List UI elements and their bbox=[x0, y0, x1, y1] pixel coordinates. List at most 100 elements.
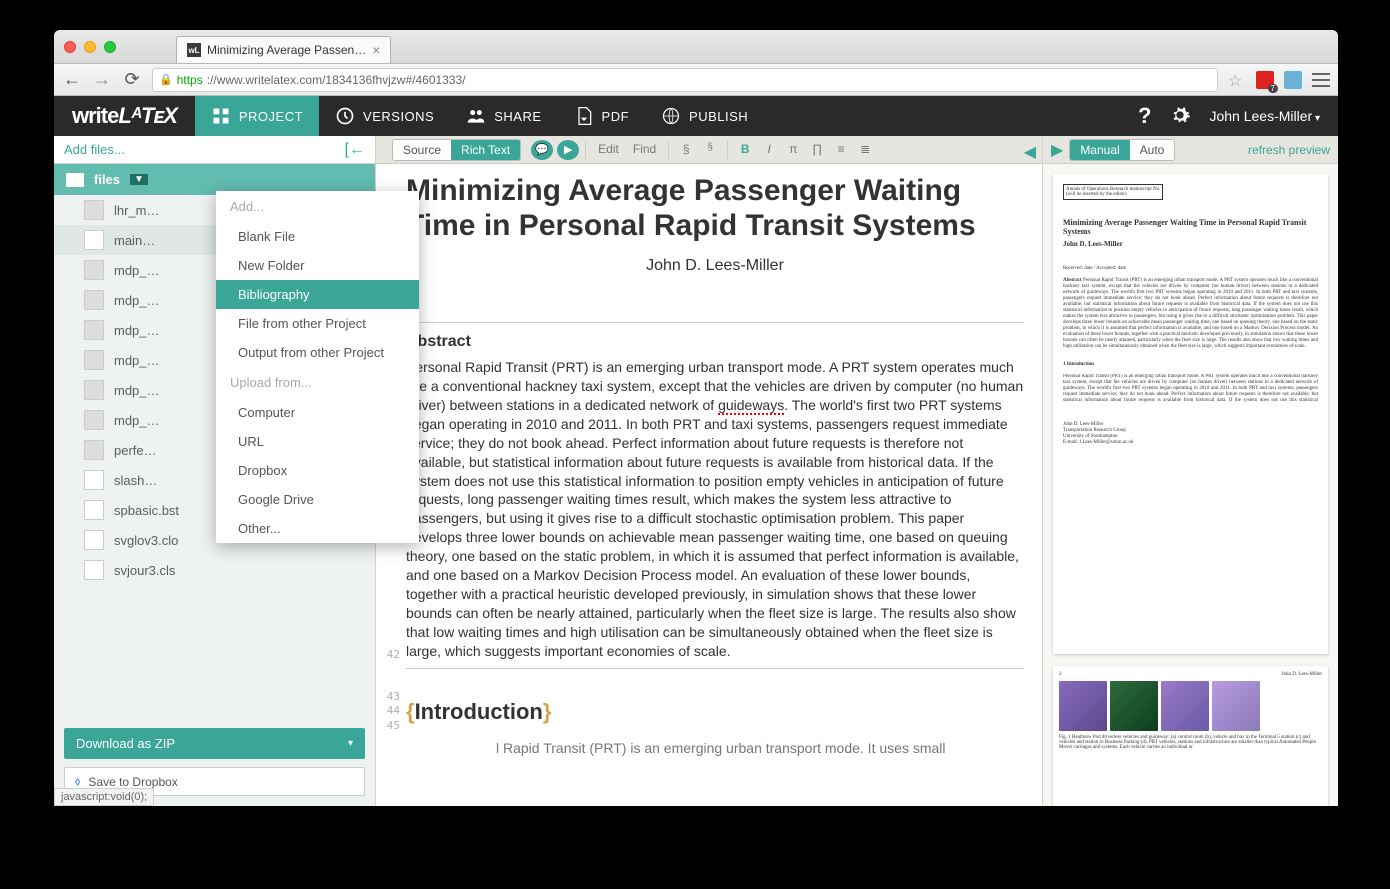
extension-icon-2[interactable] bbox=[1284, 71, 1302, 89]
download-zip-button[interactable]: Download as ZIP bbox=[64, 728, 365, 759]
menu-new-folder[interactable]: New Folder bbox=[216, 251, 419, 280]
menu-upload-url[interactable]: URL bbox=[216, 427, 419, 456]
file-icon bbox=[84, 470, 104, 490]
user-menu[interactable]: John Lees-Miller bbox=[1209, 108, 1320, 124]
app-toolbar: writeLᴬTᴇX PROJECT VERSIONS SHARE PDF PU… bbox=[54, 96, 1338, 136]
editor-content[interactable]: Minimizing Average Passenger Waiting Tim… bbox=[404, 164, 1042, 806]
chevron-down-icon[interactable]: ▼ bbox=[130, 174, 148, 185]
titlebar: wL Minimizing Average Passen… × bbox=[54, 30, 1338, 64]
image-icon bbox=[84, 200, 104, 220]
intro-heading: {Introduction} bbox=[406, 697, 1024, 727]
versions-button[interactable]: VERSIONS bbox=[319, 96, 450, 136]
math-display-button[interactable]: ∏ bbox=[806, 140, 828, 160]
math-inline-button[interactable]: π bbox=[782, 140, 804, 160]
dropdown-heading-upload: Upload from... bbox=[216, 367, 419, 398]
image-icon bbox=[84, 320, 104, 340]
minimize-window[interactable] bbox=[84, 41, 96, 53]
image-icon bbox=[84, 260, 104, 280]
hamburger-icon[interactable] bbox=[1312, 73, 1330, 87]
forward-nav-icon[interactable]: ▶ bbox=[557, 140, 579, 160]
preview-scroll[interactable]: Annals of Operations Research manuscript… bbox=[1043, 164, 1338, 806]
file-icon bbox=[84, 560, 104, 580]
figure-thumbnail bbox=[1212, 681, 1260, 731]
menu-upload-gdrive[interactable]: Google Drive bbox=[216, 485, 419, 514]
image-icon bbox=[84, 440, 104, 460]
rich-text-button[interactable]: Rich Text bbox=[451, 140, 520, 160]
pdf-button[interactable]: PDF bbox=[558, 96, 646, 136]
section-button[interactable]: § bbox=[675, 140, 697, 160]
menu-upload-computer[interactable]: Computer bbox=[216, 398, 419, 427]
add-files-button[interactable]: Add files... bbox=[64, 142, 125, 157]
file-icon bbox=[84, 500, 104, 520]
refresh-preview-link[interactable]: refresh preview bbox=[1248, 143, 1330, 157]
figure-thumbnail bbox=[1059, 681, 1107, 731]
menu-output-from-project[interactable]: Output from other Project bbox=[216, 338, 419, 367]
file-item[interactable]: svjour3.cls bbox=[54, 555, 375, 585]
address-bar: ← → ⟳ 🔒 https://www.writelatex.com/18341… bbox=[54, 64, 1338, 96]
add-menu-dropdown: Add... Blank File New Folder Bibliograph… bbox=[216, 191, 419, 543]
files-icon bbox=[211, 106, 231, 126]
menu-bibliography[interactable]: Bibliography bbox=[216, 280, 419, 309]
close-tab-icon[interactable]: × bbox=[372, 42, 380, 58]
image-icon bbox=[84, 350, 104, 370]
settings-icon[interactable] bbox=[1169, 104, 1191, 129]
sidebar: Add files... [← files ▼ lhr_m… main… mdp… bbox=[54, 136, 376, 806]
source-rich-toggle: Source Rich Text bbox=[392, 139, 521, 161]
close-window[interactable] bbox=[64, 41, 76, 53]
image-icon bbox=[84, 380, 104, 400]
find-menu[interactable]: Find bbox=[627, 140, 662, 160]
menu-blank-file[interactable]: Blank File bbox=[216, 222, 419, 251]
tex-icon bbox=[84, 230, 104, 250]
italic-button[interactable]: I bbox=[758, 140, 780, 160]
browser-tab[interactable]: wL Minimizing Average Passen… × bbox=[176, 36, 391, 63]
subsection-button[interactable]: § bbox=[699, 140, 721, 160]
status-bar: javascript:void(0); bbox=[54, 788, 154, 806]
clock-icon bbox=[335, 106, 355, 126]
help-icon[interactable]: ? bbox=[1138, 103, 1151, 129]
list-numbered-icon[interactable]: ≡ bbox=[830, 140, 852, 160]
comment-icon[interactable]: 💬 bbox=[531, 140, 553, 160]
back-button[interactable]: ← bbox=[62, 69, 82, 90]
editor-toolbar: Source Rich Text 💬 ▶ Edit Find § § B I π… bbox=[376, 136, 1042, 164]
project-button[interactable]: PROJECT bbox=[195, 96, 319, 136]
maximize-window[interactable] bbox=[104, 41, 116, 53]
globe-icon bbox=[661, 106, 681, 126]
reload-button[interactable]: ⟳ bbox=[122, 69, 142, 90]
browser-window: wL Minimizing Average Passen… × ← → ⟳ 🔒 … bbox=[54, 30, 1338, 806]
image-icon bbox=[84, 410, 104, 430]
lock-icon: 🔒 bbox=[159, 73, 173, 86]
edit-menu[interactable]: Edit bbox=[592, 140, 625, 160]
file-icon bbox=[84, 530, 104, 550]
list-bullet-icon[interactable]: ≣ bbox=[854, 140, 876, 160]
expand-preview-icon[interactable]: ▶ bbox=[1051, 140, 1063, 160]
menu-upload-other[interactable]: Other... bbox=[216, 514, 419, 543]
collapse-editor-icon[interactable]: ◀ bbox=[1018, 140, 1042, 160]
figure-thumbnail bbox=[1161, 681, 1209, 731]
figure-thumbnail bbox=[1110, 681, 1158, 731]
preview-toolbar: ▶ Manual Auto refresh preview bbox=[1043, 136, 1338, 164]
manual-mode-button[interactable]: Manual bbox=[1070, 140, 1129, 160]
collapse-sidebar-icon[interactable]: [← bbox=[345, 141, 365, 159]
preview-page-2: 2 John D. Lees-Miller Fig. 1 Heathrow Po… bbox=[1053, 666, 1328, 806]
favicon: wL bbox=[187, 43, 201, 57]
logo[interactable]: writeLᴬTᴇX bbox=[54, 103, 195, 129]
menu-upload-dropbox[interactable]: Dropbox bbox=[216, 456, 419, 485]
publish-button[interactable]: PUBLISH bbox=[645, 96, 764, 136]
intro-snippet: l Rapid Transit (PRT) is an emerging urb… bbox=[406, 739, 1024, 758]
menu-file-from-project[interactable]: File from other Project bbox=[216, 309, 419, 338]
dropdown-heading: Add... bbox=[216, 191, 419, 222]
url-input[interactable]: 🔒 https://www.writelatex.com/1834136fhvj… bbox=[152, 68, 1218, 92]
auto-mode-button[interactable]: Auto bbox=[1130, 140, 1175, 160]
bookmark-icon[interactable]: ☆ bbox=[1228, 71, 1246, 89]
preview-mode-toggle: Manual Auto bbox=[1069, 139, 1175, 161]
preview-page-1: Annals of Operations Research manuscript… bbox=[1053, 174, 1328, 654]
bold-button[interactable]: B bbox=[734, 140, 756, 160]
document-title: Minimizing Average Passenger Waiting Tim… bbox=[406, 174, 1024, 243]
folder-icon bbox=[66, 173, 84, 187]
content: Add files... [← files ▼ lhr_m… main… mdp… bbox=[54, 136, 1338, 806]
editor-pane: Source Rich Text 💬 ▶ Edit Find § § B I π… bbox=[376, 136, 1043, 806]
extension-icon[interactable] bbox=[1256, 71, 1274, 89]
forward-button[interactable]: → bbox=[92, 69, 112, 90]
source-button[interactable]: Source bbox=[393, 140, 451, 160]
share-button[interactable]: SHARE bbox=[450, 96, 557, 136]
